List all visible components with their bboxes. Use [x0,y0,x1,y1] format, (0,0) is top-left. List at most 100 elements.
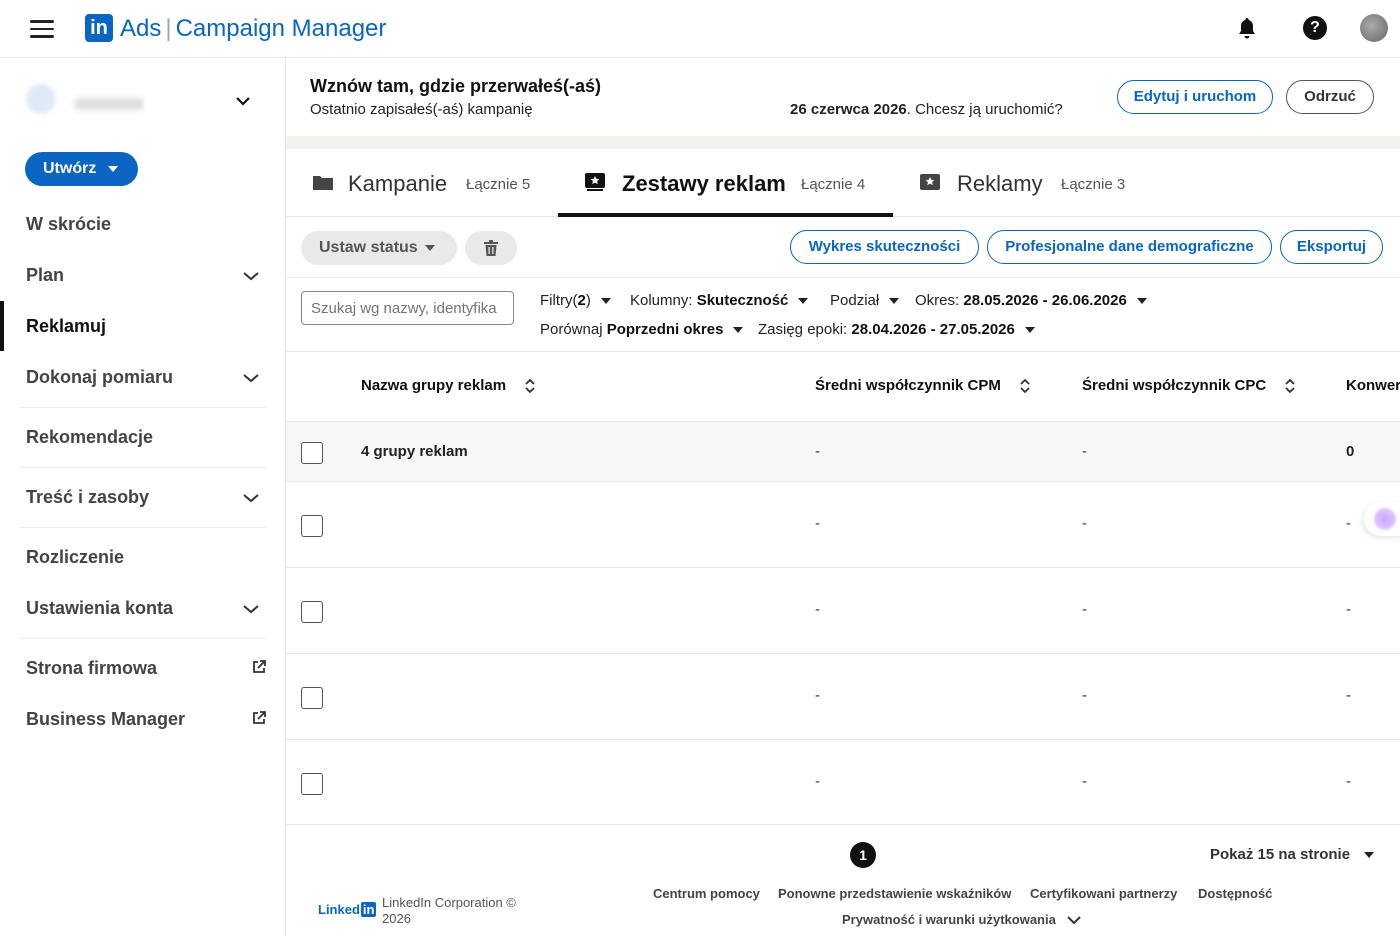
external-link-icon[interactable] [252,660,266,674]
avatar[interactable] [1360,14,1388,42]
sidebar-item-account-settings[interactable]: Ustawienia konta [26,598,173,619]
filters-dropdown[interactable]: Filtry(2) [540,292,611,309]
assistant-icon [1374,508,1396,530]
chevron-down-icon[interactable] [243,373,259,383]
caret-down-icon [108,166,118,172]
chevron-down-icon[interactable] [243,604,259,614]
linkedin-logo[interactable]: in [85,14,113,42]
folder-icon [313,176,333,190]
banner-date-text: 26 czerwca 2026. Chcesz ją uruchomić? [790,101,1063,118]
caret-down-icon [733,327,744,334]
linkedin-footer-logo[interactable]: Linked in [318,902,377,917]
account-switcher[interactable] [26,82,256,122]
footer-link-help-center[interactable]: Centrum pomocy [653,886,760,901]
row-checkbox[interactable] [301,515,323,537]
ad-sets-table: Nazwa grupy reklam Średni współczynnik C… [286,352,1400,824]
period-value: 28.05.2026 - 26.06.2026 [963,292,1127,309]
footer-logo-text: Linked [318,902,360,917]
top-bar: in Ads | Campaign Manager ? [0,0,1400,58]
cell-cpc: - [1082,687,1087,704]
section-gap [286,136,1400,149]
create-button[interactable]: Utwórz [25,152,138,186]
footer-link-privacy-terms[interactable]: Prywatność i warunki użytkowania [842,912,1082,927]
column-header-cpm[interactable]: Średni współczynnik CPM [815,377,1031,394]
sidebar-item-advertise[interactable]: Reklamuj [26,316,106,337]
chevron-down-icon[interactable] [243,271,259,281]
chevron-down-icon [1067,916,1082,925]
row-checkbox[interactable] [301,442,323,464]
caret-down-icon [600,298,611,305]
columns-prefix: Kolumny: [630,292,693,309]
caret-down-icon [798,298,809,305]
footer-link-certified-partners[interactable]: Certyfikowani partnerzy [1030,886,1177,901]
sidebar-item-billing[interactable]: Rozliczenie [26,547,124,568]
banner-question: . Chcesz ją uruchomić? [906,101,1063,118]
sidebar-item-content-assets[interactable]: Treść i zasoby [26,487,149,508]
tab-campaigns[interactable]: Kampanie Łącznie 5 [286,149,558,217]
columns-dropdown[interactable]: Kolumny: Skuteczność [630,292,809,309]
column-header-label: Nazwa grupy reklam [361,377,507,394]
export-button[interactable]: Eksportuj [1280,230,1383,264]
period-dropdown[interactable]: Okres: 28.05.2026 - 26.06.2026 [915,292,1147,309]
table-row-total: 4 grupy reklam - - 0 [286,421,1400,481]
footer-logo-in: in [360,902,377,917]
pagination: 1 Pokaż 15 na stronie [286,824,1400,884]
row-checkbox[interactable] [301,773,323,795]
banner-title: Wznów tam, gdzie przerwałeś(-aś) [310,76,602,96]
table-row[interactable]: - - - [286,653,1400,739]
dismiss-button[interactable]: Odrzuć [1286,80,1374,114]
chevron-down-icon[interactable] [243,493,259,503]
sort-icon[interactable] [524,378,536,394]
column-header-conversions[interactable]: Konwer [1346,377,1400,394]
total-cpm: - [815,443,820,460]
breakdown-label: Podział [830,292,880,309]
help-icon[interactable]: ? [1303,16,1327,40]
table-row[interactable]: - - - [286,481,1400,567]
assistant-widget[interactable] [1364,502,1400,536]
sidebar-item-company-page[interactable]: Strona firmowa [26,658,157,679]
ad-set-icon [585,173,605,191]
sidebar-item-overview[interactable]: W skrócie [26,214,111,235]
app-title[interactable]: Ads | Campaign Manager [120,15,386,43]
cell-cpc: - [1082,515,1087,532]
column-header-name[interactable]: Nazwa grupy reklam [361,377,536,394]
sort-icon[interactable] [1284,378,1296,394]
delete-button[interactable] [465,231,517,265]
per-page-dropdown[interactable]: Pokaż 15 na stronie [1210,846,1375,863]
professional-demographics-button[interactable]: Profesjonalne dane demograficzne [987,230,1272,264]
bell-icon[interactable] [1235,16,1259,40]
table-row[interactable]: - - - [286,739,1400,824]
tab-label: Reklamy [957,171,1043,196]
divider [20,407,266,408]
sort-icon[interactable] [1019,378,1031,394]
divider [20,527,266,528]
cell-conversions: - [1346,515,1351,532]
breakdown-dropdown[interactable]: Podział [830,292,900,309]
sidebar-item-plan[interactable]: Plan [26,265,64,286]
create-button-label: Utwórz [43,160,97,177]
performance-chart-button[interactable]: Wykres skuteczności [790,230,979,264]
table-row[interactable]: - - - [286,567,1400,653]
menu-icon[interactable] [30,20,54,38]
edit-and-launch-button[interactable]: Edytuj i uruchom [1117,80,1273,114]
column-header-cpc[interactable]: Średni współczynnik CPC [1082,377,1296,394]
sidebar-item-recommendations[interactable]: Rekomendacje [26,427,153,448]
compare-dropdown[interactable]: Porównaj Poprzedni okres [540,321,744,338]
row-checkbox[interactable] [301,601,323,623]
set-status-button[interactable]: Ustaw status [301,231,457,265]
active-indicator [0,301,4,351]
filters-suffix: ) [585,292,591,309]
search-input[interactable] [301,291,514,325]
external-link-icon[interactable] [252,711,266,725]
sidebar-item-business-manager[interactable]: Business Manager [26,709,185,730]
row-checkbox[interactable] [301,687,323,709]
tab-ad-sets[interactable]: Zestawy reklam Łącznie 4 [558,149,893,217]
tab-count: Łącznie 4 [801,176,866,193]
cell-cpm: - [815,773,820,790]
footer-link-metrics-restatement[interactable]: Ponowne przedstawienie wskaźników [778,886,1011,901]
footer-link-accessibility[interactable]: Dostępność [1198,886,1272,901]
tab-ads[interactable]: Reklamy Łącznie 3 [893,149,1173,217]
page-button-current[interactable]: 1 [850,842,876,868]
epoch-range-dropdown[interactable]: Zasięg epoki: 28.04.2026 - 27.05.2026 [758,321,1035,338]
sidebar-item-measure[interactable]: Dokonaj pomiaru [26,367,173,388]
